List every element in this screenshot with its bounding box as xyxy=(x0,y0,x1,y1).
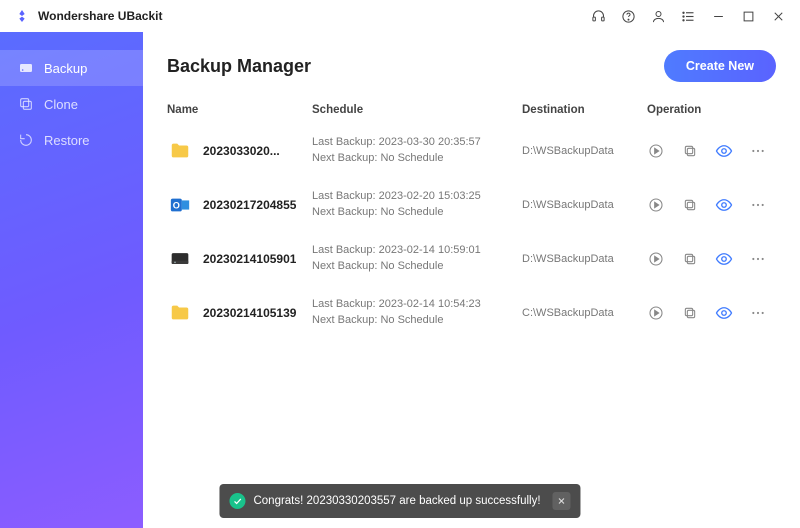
backup-name: 20230214105901 xyxy=(203,252,296,266)
run-backup-button[interactable] xyxy=(647,196,665,214)
page-title: Backup Manager xyxy=(167,56,311,77)
more-button[interactable] xyxy=(749,304,767,322)
disk-icon xyxy=(167,246,193,272)
last-backup: Last Backup: 2023-02-14 10:59:01 xyxy=(312,243,522,259)
view-button[interactable] xyxy=(715,304,733,322)
view-button[interactable] xyxy=(715,196,733,214)
backup-name: 20230214105139 xyxy=(203,306,296,320)
copy-button[interactable] xyxy=(681,304,699,322)
col-schedule: Schedule xyxy=(312,104,522,116)
create-new-button[interactable]: Create New xyxy=(664,50,776,82)
folder-icon xyxy=(167,138,193,164)
sidebar-item-label: Clone xyxy=(44,97,78,112)
menu-list-icon[interactable] xyxy=(674,2,702,30)
more-button[interactable] xyxy=(749,196,767,214)
last-backup: Last Backup: 2023-03-30 20:35:57 xyxy=(312,135,522,151)
col-destination: Destination xyxy=(522,104,647,116)
titlebar-actions xyxy=(584,2,792,30)
column-headers: Name Schedule Destination Operation xyxy=(167,104,776,124)
destination-cell: D:\WSBackupData xyxy=(522,253,647,265)
close-button[interactable] xyxy=(764,2,792,30)
schedule-cell: Last Backup: 2023-03-30 20:35:57Next Bac… xyxy=(312,135,522,167)
run-backup-button[interactable] xyxy=(647,304,665,322)
app-logo-icon xyxy=(14,8,30,24)
run-backup-button[interactable] xyxy=(647,142,665,160)
backup-list: 2023033020... Last Backup: 2023-03-30 20:… xyxy=(167,124,776,340)
sidebar-item-backup[interactable]: Backup xyxy=(0,50,143,86)
schedule-cell: Last Backup: 2023-02-20 15:03:25Next Bac… xyxy=(312,189,522,221)
more-button[interactable] xyxy=(749,142,767,160)
toast: Congrats! 20230330203557 are backed up s… xyxy=(219,484,580,518)
operation-cell xyxy=(647,250,776,268)
next-backup: Next Backup: No Schedule xyxy=(312,205,522,221)
name-cell: 2023033020... xyxy=(167,138,312,164)
name-cell: 20230214105901 xyxy=(167,246,312,272)
copy-button[interactable] xyxy=(681,250,699,268)
maximize-button[interactable] xyxy=(734,2,762,30)
app-title: Wondershare UBackit xyxy=(38,9,162,23)
sidebar-item-restore[interactable]: Restore xyxy=(0,122,143,158)
name-cell: O 20230217204855 xyxy=(167,192,312,218)
table-row: 20230214105901 Last Backup: 2023-02-14 10… xyxy=(167,232,776,286)
table-row: 2023033020... Last Backup: 2023-03-30 20:… xyxy=(167,124,776,178)
sidebar: Backup Clone Restore xyxy=(0,32,143,528)
success-check-icon xyxy=(229,493,245,509)
view-button[interactable] xyxy=(715,142,733,160)
backup-name: 20230217204855 xyxy=(203,198,296,212)
operation-cell xyxy=(647,196,776,214)
more-button[interactable] xyxy=(749,250,767,268)
schedule-cell: Last Backup: 2023-02-14 10:59:01Next Bac… xyxy=(312,243,522,275)
app-shell: Backup Clone Restore Backup Manager Crea… xyxy=(0,32,800,528)
last-backup: Last Backup: 2023-02-20 15:03:25 xyxy=(312,189,522,205)
toast-text: Congrats! 20230330203557 are backed up s… xyxy=(253,495,540,507)
copy-icon xyxy=(18,96,34,112)
titlebar: Wondershare UBackit xyxy=(0,0,800,32)
folder-icon xyxy=(167,300,193,326)
user-icon[interactable] xyxy=(644,2,672,30)
destination-cell: D:\WSBackupData xyxy=(522,199,647,211)
operation-cell xyxy=(647,304,776,322)
copy-button[interactable] xyxy=(681,142,699,160)
help-icon[interactable] xyxy=(614,2,642,30)
restore-icon xyxy=(18,132,34,148)
headset-icon[interactable] xyxy=(584,2,612,30)
view-button[interactable] xyxy=(715,250,733,268)
svg-text:O: O xyxy=(173,200,180,210)
sidebar-item-label: Restore xyxy=(44,133,90,148)
sidebar-item-clone[interactable]: Clone xyxy=(0,86,143,122)
next-backup: Next Backup: No Schedule xyxy=(312,313,522,329)
sidebar-item-label: Backup xyxy=(44,61,87,76)
destination-cell: C:\WSBackupData xyxy=(522,307,647,319)
last-backup: Last Backup: 2023-02-14 10:54:23 xyxy=(312,297,522,313)
col-name: Name xyxy=(167,104,312,116)
name-cell: 20230214105139 xyxy=(167,300,312,326)
run-backup-button[interactable] xyxy=(647,250,665,268)
minimize-button[interactable] xyxy=(704,2,732,30)
col-operation: Operation xyxy=(647,104,776,116)
table-row: 20230214105139 Last Backup: 2023-02-14 10… xyxy=(167,286,776,340)
copy-button[interactable] xyxy=(681,196,699,214)
operation-cell xyxy=(647,142,776,160)
schedule-cell: Last Backup: 2023-02-14 10:54:23Next Bac… xyxy=(312,297,522,329)
destination-cell: D:\WSBackupData xyxy=(522,145,647,157)
table-row: O 20230217204855 Last Backup: 2023-02-20 1… xyxy=(167,178,776,232)
backup-name: 2023033020... xyxy=(203,144,280,158)
toast-close-button[interactable] xyxy=(553,492,571,510)
header-row: Backup Manager Create New xyxy=(167,50,776,82)
main-panel: Backup Manager Create New Name Schedule … xyxy=(143,32,800,528)
disk-icon xyxy=(18,60,34,76)
outlook-icon: O xyxy=(167,192,193,218)
next-backup: Next Backup: No Schedule xyxy=(312,151,522,167)
next-backup: Next Backup: No Schedule xyxy=(312,259,522,275)
app-brand: Wondershare UBackit xyxy=(14,8,162,24)
